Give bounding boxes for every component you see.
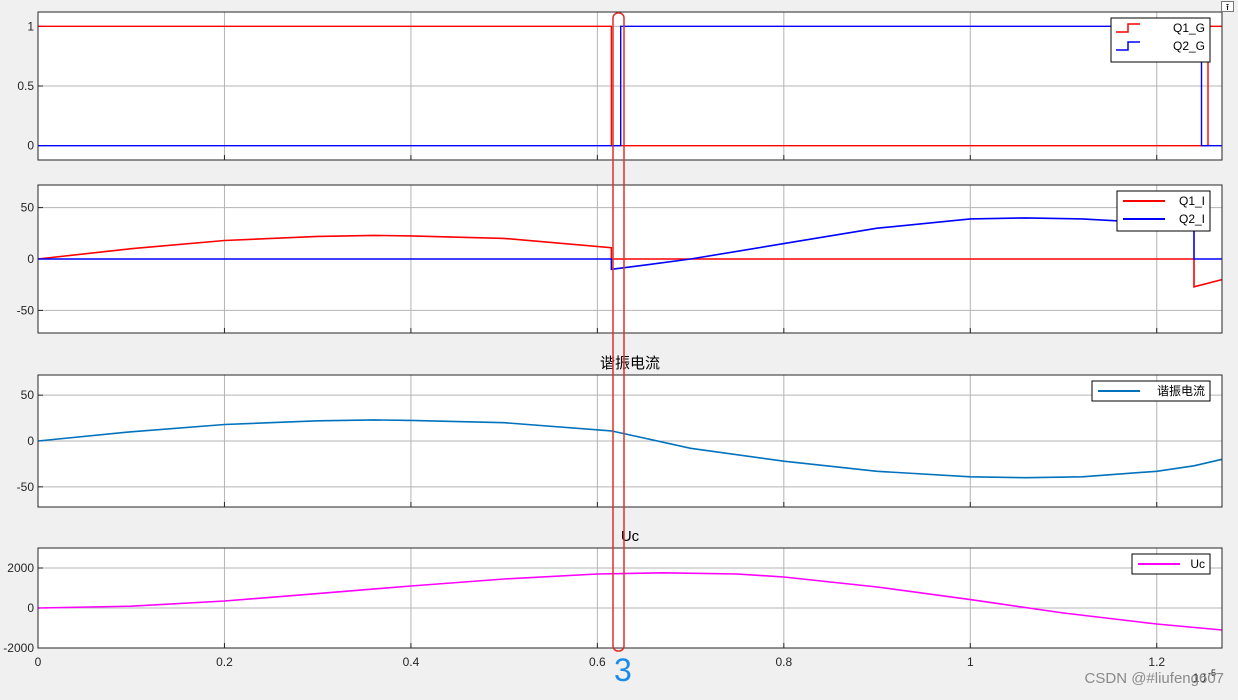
y-tick-label: 0: [27, 601, 34, 615]
subplot-3: 500-50谐振电流谐振电流: [17, 355, 1223, 508]
legend: Q1_G Q2_G: [1110, 17, 1211, 63]
x-tick-label: 1.2: [1148, 655, 1165, 669]
legend-label: Q2_G: [1173, 39, 1205, 53]
y-tick-label: 50: [21, 388, 35, 402]
legend-label: Q1_G: [1173, 21, 1205, 35]
x-tick-label: 0.2: [216, 655, 233, 669]
y-tick-label: 50: [21, 201, 35, 215]
subplot-1: 1 0.5 0 Q1_G Q2_G: [17, 11, 1223, 161]
y-tick-label: -2000: [3, 641, 34, 655]
plot-area: [38, 548, 1222, 648]
legend-label: Q2_I: [1179, 212, 1205, 226]
y-tick-label: 1: [27, 19, 34, 33]
y-tick-label: 0.5: [17, 79, 34, 93]
overlay-number: 3: [614, 652, 632, 688]
legend: Q1_I Q2_I: [1116, 190, 1211, 232]
y-tick-label: 0: [27, 252, 34, 266]
legend-label: Uc: [1190, 557, 1205, 571]
subplot-title: 谐振电流: [600, 355, 660, 372]
legend-label: 谐振电流: [1157, 384, 1205, 398]
x-tick-label: 0: [35, 655, 42, 669]
expand-arrow-icon[interactable]: ⭱: [1221, 1, 1234, 12]
legend: Uc: [1131, 553, 1211, 575]
y-tick-label: -50: [17, 480, 35, 494]
chart-stage: 10.50Q1_GQ2_G500-50Q1_IQ2_I500-50谐振电流谐振电…: [3, 11, 1223, 685]
y-tick-label: 2000: [7, 561, 34, 575]
y-tick-label: 0: [27, 139, 34, 153]
watermark-text: CSDN @#liufeng607: [1084, 670, 1224, 687]
legend-label: Q1_I: [1179, 194, 1205, 208]
legend: 谐振电流: [1091, 380, 1211, 402]
x-tick-label: 0.4: [403, 655, 420, 669]
x-tick-label: 0.8: [775, 655, 792, 669]
y-tick-label: -50: [17, 303, 35, 317]
y-tick-label: 0: [27, 434, 34, 448]
subplot-2: 50 0 -50 Q1_I Q2_I: [17, 184, 1223, 334]
x-tick-label: 0.6: [589, 655, 606, 669]
x-tick-label: 1: [967, 655, 974, 669]
